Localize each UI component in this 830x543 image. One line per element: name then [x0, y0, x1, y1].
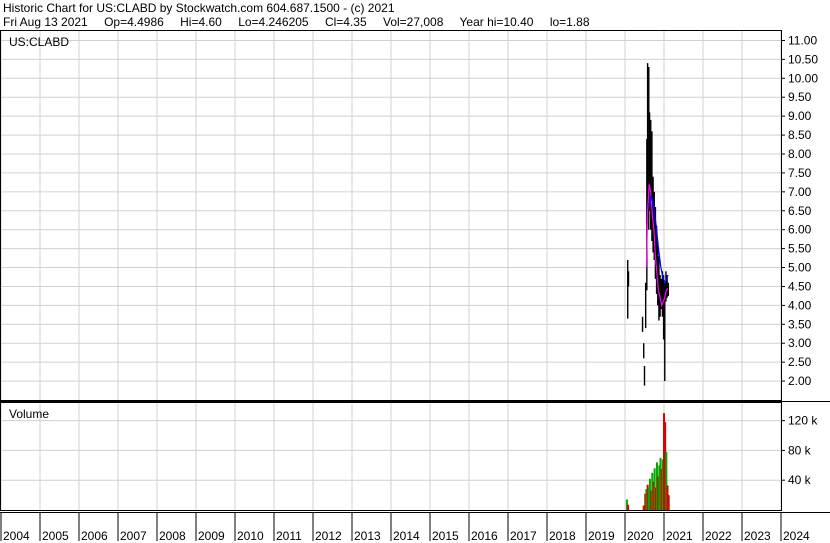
y-tick-label: 8.00 — [788, 147, 812, 161]
x-tick-label: 2011 — [276, 529, 302, 543]
x-tick-label: 2022 — [705, 529, 732, 543]
y-tick-label: 3.00 — [788, 336, 812, 350]
x-tick-label: 2009 — [198, 529, 225, 543]
volume-tick-label: 120 k — [788, 414, 818, 428]
volume-panel-title: Volume — [9, 407, 49, 421]
y-tick-label: 10.00 — [788, 71, 818, 85]
x-tick-label: 2017 — [510, 529, 537, 543]
stock-chart: 11.00 10.50 10.00 9.50 9.00 8.50 8.00 7.50 7.00 6… — [0, 30, 830, 543]
y-tick-label: 9.00 — [788, 109, 812, 123]
x-tick-label: 2020 — [627, 529, 654, 543]
y-tick-label: 11.00 — [788, 33, 817, 47]
volume-axis: 40 k 80 k 120 k — [781, 414, 818, 487]
price-grid — [0, 31, 782, 400]
y-tick-label: 5.00 — [788, 261, 812, 275]
y-tick-label: 6.00 — [788, 223, 812, 237]
price-panel-title: US:CLABD — [9, 35, 69, 49]
volume-bar — [627, 504, 630, 510]
x-tick-label: 2010 — [237, 529, 264, 543]
y-tick-label: 5.50 — [788, 242, 812, 256]
x-tick-label: 2016 — [471, 529, 498, 543]
x-tick-label: 2004 — [3, 529, 30, 543]
y-tick-label: 7.00 — [788, 185, 812, 199]
volume-bar — [667, 495, 670, 510]
x-tick-label: 2008 — [159, 529, 186, 543]
x-tick-label: 2019 — [588, 529, 615, 543]
x-tick-label: 2006 — [81, 529, 108, 543]
volume-tick-label: 40 k — [788, 473, 812, 487]
price-axis: 11.00 10.50 10.00 9.50 9.00 8.50 8.00 7.50 7.00 6… — [781, 33, 818, 388]
x-tick-label: 2021 — [666, 529, 693, 543]
y-tick-label: 9.50 — [788, 90, 812, 104]
x-tick-label: 2015 — [432, 529, 459, 543]
y-tick-label: 7.50 — [788, 166, 812, 180]
x-tick-label: 2024 — [783, 529, 810, 543]
x-tick-label: 2012 — [315, 529, 342, 543]
x-tick-label: 2023 — [744, 529, 771, 543]
y-tick-label: 3.50 — [788, 317, 812, 331]
y-tick-label: 4.00 — [788, 298, 812, 312]
x-tick-label: 2005 — [42, 529, 69, 543]
y-tick-label: 4.50 — [788, 279, 812, 293]
x-tick-label: 2018 — [549, 529, 576, 543]
volume-series — [625, 413, 670, 510]
y-tick-label: 2.00 — [788, 374, 812, 388]
panel-frames — [0, 30, 830, 513]
y-tick-label: 10.50 — [788, 52, 818, 66]
price-series — [627, 63, 669, 386]
y-tick-label: 2.50 — [788, 355, 812, 369]
x-tick-label: 2013 — [354, 529, 381, 543]
y-tick-label: 6.50 — [788, 204, 812, 218]
volume-tick-label: 80 k — [788, 443, 812, 457]
x-tick-label: 2007 — [120, 529, 147, 543]
time-axis: 2004 2005 2006 2007 2008 2009 2010 2011 2012 2013… — [0, 512, 810, 543]
x-tick-label: 2014 — [393, 529, 420, 543]
y-tick-label: 8.50 — [788, 128, 812, 142]
